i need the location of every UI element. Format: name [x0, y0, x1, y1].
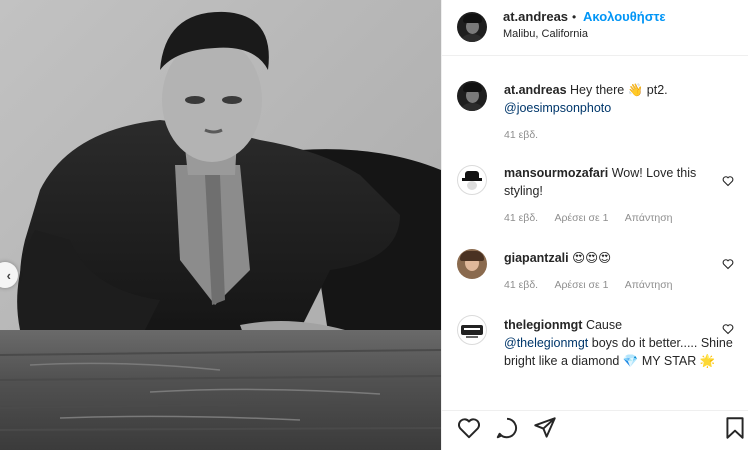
avatar[interactable]: [457, 12, 487, 42]
comment-likes[interactable]: Αρέσει σε 1: [554, 279, 608, 291]
caption-body-end: pt2.: [646, 83, 668, 97]
send-icon[interactable]: [532, 415, 558, 441]
comment-time[interactable]: 41 εβδ.: [504, 212, 538, 224]
comment-meta: 41 εβδ. Αρέσει σε 1 Απάντηση: [504, 212, 687, 224]
comment-body: 😍😍😍: [572, 251, 612, 265]
post-author-username[interactable]: at.andreas: [503, 9, 568, 24]
heart-icon[interactable]: [456, 415, 482, 441]
bookmark-icon[interactable]: [722, 415, 748, 441]
caption-time[interactable]: 41 εβδ.: [504, 129, 538, 141]
post-actions: [442, 410, 748, 450]
chevron-left-icon: ‹: [6, 267, 11, 283]
comment-meta: 41 εβδ. Αρέσει σε 1 Απάντηση: [504, 279, 687, 291]
heart-icon[interactable]: [722, 175, 734, 187]
reply-button[interactable]: Απάντηση: [625, 212, 673, 224]
wave-emoji: 👋: [627, 83, 644, 97]
post-location[interactable]: Malibu, California: [503, 28, 588, 40]
comment-username[interactable]: thelegionmgt: [504, 318, 582, 332]
post-header: at.andreas • Ακολουθήστε Malibu, Califor…: [442, 0, 748, 56]
comment-likes[interactable]: Αρέσει σε 1: [554, 212, 608, 224]
caption-meta: 41 εβδ.: [504, 129, 552, 141]
caption-username[interactable]: at.andreas: [504, 83, 567, 97]
caption-text: at.andreas Hey there 👋 pt2. @joesimpsonp…: [504, 81, 736, 117]
post-photo: ‹: [0, 0, 441, 450]
comment-text: mansourmozafari Wow! Love this styling!: [504, 164, 736, 200]
comment-mention[interactable]: @thelegionmgt: [504, 336, 588, 350]
heart-icon[interactable]: [722, 323, 734, 335]
follow-button[interactable]: Ακολουθήστε: [583, 9, 666, 24]
comment-text: thelegionmgt Cause @thelegionmgt boys do…: [504, 316, 736, 370]
post-image: [0, 0, 441, 450]
comment-username[interactable]: giapantzali: [504, 251, 569, 265]
comments-list: at.andreas Hey there 👋 pt2. @joesimpsonp…: [442, 57, 748, 410]
reply-button[interactable]: Απάντηση: [625, 279, 673, 291]
avatar[interactable]: [457, 249, 487, 279]
avatar[interactable]: [457, 315, 487, 345]
comment-username[interactable]: mansourmozafari: [504, 166, 608, 180]
caption-mention[interactable]: @joesimpsonphoto: [504, 101, 611, 115]
avatar[interactable]: [457, 165, 487, 195]
comment-icon[interactable]: [494, 415, 520, 441]
post-side-panel: at.andreas • Ακολουθήστε Malibu, Califor…: [441, 0, 748, 450]
comment-time[interactable]: 41 εβδ.: [504, 279, 538, 291]
comment-text: giapantzali 😍😍😍: [504, 249, 736, 267]
separator-dot: •: [572, 10, 577, 24]
comment-body: Cause: [585, 318, 623, 332]
avatar[interactable]: [457, 81, 487, 111]
caption-body: Hey there: [570, 83, 625, 97]
heart-icon[interactable]: [722, 258, 734, 270]
